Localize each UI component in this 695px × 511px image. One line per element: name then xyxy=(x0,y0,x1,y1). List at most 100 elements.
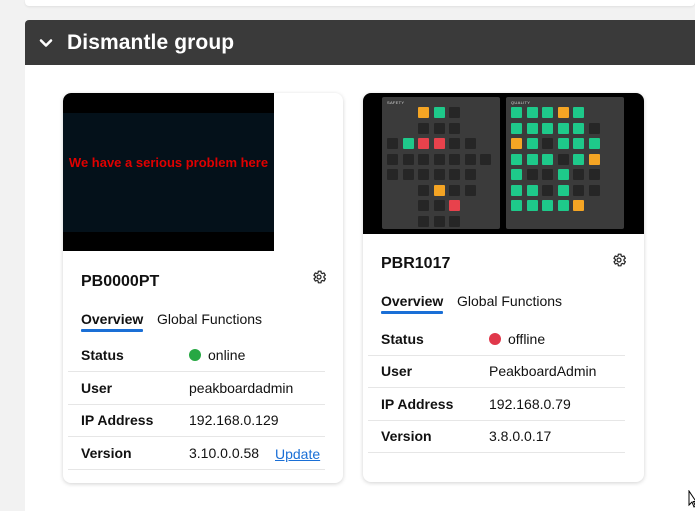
tab-global-functions[interactable]: Global Functions xyxy=(157,311,262,327)
preview-tile xyxy=(557,153,569,165)
detail-value: 192.168.0.79 xyxy=(489,396,571,412)
preview-tile xyxy=(557,107,569,118)
detail-row-status: Status offline xyxy=(368,323,625,356)
preview-tile xyxy=(511,169,522,180)
preview-tile xyxy=(526,138,538,149)
preview-tile xyxy=(449,107,460,118)
tab-global-functions[interactable]: Global Functions xyxy=(457,293,562,309)
detail-value: 3.8.0.0.17 xyxy=(489,428,552,444)
preview-tile xyxy=(542,200,553,211)
detail-value: offline xyxy=(489,331,545,347)
preview-tile xyxy=(542,138,553,149)
preview-tile xyxy=(418,138,429,149)
preview-tile xyxy=(588,153,600,165)
detail-value: 3.10.0.0.58 xyxy=(189,445,260,461)
chevron-down-icon[interactable] xyxy=(39,36,53,50)
preview-tile xyxy=(557,122,569,134)
preview-tile xyxy=(557,169,569,180)
preview-tile xyxy=(387,153,398,165)
detail-value: peakboardadmin xyxy=(189,380,294,396)
box-preview[interactable]: We have a serious problem here xyxy=(63,93,274,251)
preview-tile xyxy=(402,153,414,165)
tab-overview[interactable]: Overview xyxy=(81,311,144,332)
preview-tile xyxy=(542,122,553,134)
preview-tile xyxy=(464,169,476,180)
preview-panel-quality: QUALITY xyxy=(506,97,624,229)
preview-tile xyxy=(387,169,398,180)
preview-tile xyxy=(433,153,445,165)
preview-tile xyxy=(526,169,538,180)
detail-label: IP Address xyxy=(381,396,454,412)
panel-title: SAFETY xyxy=(387,100,405,105)
preview-tile xyxy=(449,153,460,165)
preview-tile xyxy=(573,107,584,118)
preview-message: We have a serious problem here xyxy=(68,155,269,170)
preview-tile xyxy=(588,122,600,134)
preview-tile xyxy=(433,138,445,149)
detail-row-ip: IP Address 192.168.0.79 xyxy=(368,388,625,421)
preview-tile xyxy=(573,153,584,165)
preview-tile xyxy=(526,153,538,165)
preview-tile xyxy=(433,169,445,180)
preview-tile xyxy=(573,169,584,180)
gear-icon[interactable] xyxy=(311,269,327,285)
preview-tile xyxy=(464,138,476,149)
preview-tile xyxy=(433,122,445,134)
tab-overview[interactable]: Overview xyxy=(381,293,444,314)
box-card[interactable]: We have a serious problem here PB0000PT … xyxy=(63,93,343,483)
preview-tile xyxy=(464,153,476,165)
gear-icon[interactable] xyxy=(611,252,627,268)
preview-tile xyxy=(511,184,522,196)
preview-tile xyxy=(433,215,445,227)
preview-tile xyxy=(449,215,460,227)
status-text: online xyxy=(208,347,246,363)
preview-screen xyxy=(63,113,274,232)
detail-label: Version xyxy=(381,428,432,444)
detail-row-user: User PeakboardAdmin xyxy=(368,355,625,388)
group-header[interactable]: Dismantle group xyxy=(25,20,695,65)
mouse-cursor-icon xyxy=(688,490,695,508)
box-name: PB0000PT xyxy=(81,273,160,290)
detail-value: PeakboardAdmin xyxy=(489,363,597,379)
preview-tile xyxy=(511,107,522,118)
detail-value: online xyxy=(189,347,245,363)
status-offline-icon xyxy=(489,333,501,345)
detail-label: User xyxy=(381,363,413,379)
preview-tile xyxy=(418,107,429,118)
preview-tile xyxy=(418,169,429,180)
detail-row-version: Version 3.8.0.0.17 xyxy=(368,420,625,453)
preview-tile xyxy=(526,107,538,118)
detail-label: Version xyxy=(81,445,132,461)
preview-tile xyxy=(542,169,553,180)
preview-tile xyxy=(433,107,445,118)
preview-tile xyxy=(449,200,460,211)
preview-tile xyxy=(418,153,429,165)
preview-tile xyxy=(418,184,429,196)
preview-tile xyxy=(573,200,584,211)
preview-tile xyxy=(573,138,584,149)
detail-row-status: Status online xyxy=(68,339,325,372)
preview-tile xyxy=(588,169,600,180)
preview-tile xyxy=(557,138,569,149)
detail-label: User xyxy=(81,380,113,396)
preview-tile xyxy=(588,184,600,196)
preview-tile xyxy=(433,184,445,196)
preview-tile xyxy=(573,122,584,134)
preview-tile xyxy=(526,200,538,211)
preview-tile xyxy=(588,138,600,149)
preview-tile xyxy=(542,184,553,196)
preview-tile xyxy=(418,200,429,211)
preview-tile xyxy=(542,153,553,165)
detail-row-ip: IP Address 192.168.0.129 xyxy=(68,404,325,437)
status-online-icon xyxy=(189,349,201,361)
detail-row-version: Version 3.10.0.0.58 Update xyxy=(68,437,325,470)
update-link[interactable]: Update xyxy=(275,446,320,462)
box-name: PBR1017 xyxy=(381,255,451,272)
preview-tile xyxy=(449,184,460,196)
preview-tile xyxy=(433,200,445,211)
detail-label: Status xyxy=(381,331,424,347)
box-card[interactable]: SAFETY QUALITY PBR1017 Overview Global F… xyxy=(363,93,644,482)
status-text: offline xyxy=(508,331,546,347)
box-preview[interactable]: SAFETY QUALITY xyxy=(363,93,644,234)
detail-row-user: User peakboardadmin xyxy=(68,372,325,405)
